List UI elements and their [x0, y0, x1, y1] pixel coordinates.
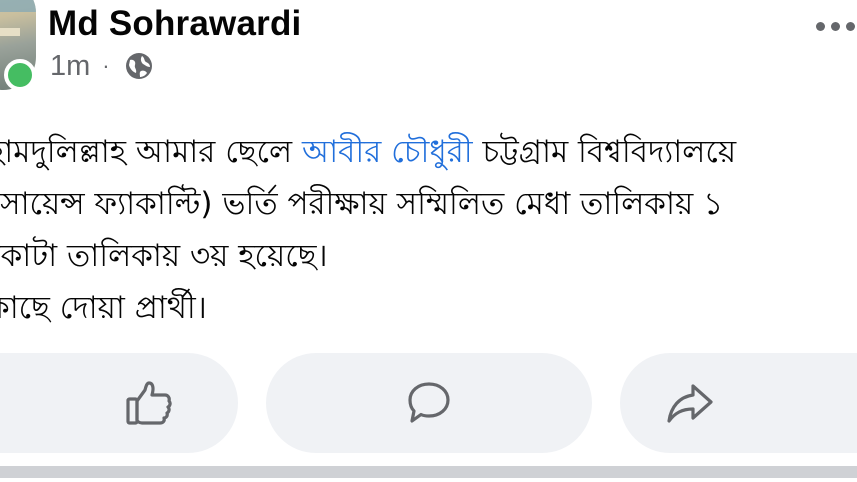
- post-body-text: কোটা তালিকায় ৩য় হয়েছে।: [0, 238, 328, 274]
- post-body-line: কোটা তালিকায় ৩য় হয়েছে।: [0, 230, 857, 282]
- post-meta: 1m ·: [50, 48, 154, 84]
- post-body-text: (সায়েন্স ফ্যাকাল্টি) ভর্তি পরীক্ষায় সম…: [0, 186, 724, 222]
- post-body-line: (সায়েন্স ফ্যাকাল্টি) ভর্তি পরীক্ষায় সম…: [0, 178, 857, 230]
- avatar-photo-detail: [0, 28, 20, 36]
- share-arrow-icon: [666, 382, 714, 424]
- meta-separator: ·: [102, 53, 110, 78]
- post-body-text: চট্টগ্রাম বিশ্ববিদ্যালয়ে: [472, 134, 737, 170]
- facebook-post: Md Sohrawardi 1m · হামদুলিল্লাহ আমার ছেল…: [0, 0, 857, 482]
- post-action-bar: [0, 353, 857, 453]
- online-status-indicator: [4, 59, 36, 91]
- post-body: হামদুলিল্লাহ আমার ছেলে আবীর চৌধুরী চট্টগ…: [0, 126, 857, 334]
- feed-divider: [0, 466, 857, 478]
- comment-bubble-icon: [406, 380, 452, 426]
- avatar-photo-detail: [0, 0, 36, 12]
- like-button[interactable]: [0, 353, 238, 453]
- post-body-text: কাছে দোয়া প্রার্থী।: [0, 290, 207, 326]
- more-options-button[interactable]: [816, 12, 855, 40]
- more-options-icon: [816, 21, 825, 31]
- post-body-line: কাছে দোয়া প্রার্থী।: [0, 282, 857, 334]
- globe-icon[interactable]: [124, 51, 154, 81]
- more-options-icon: [831, 21, 840, 31]
- post-timestamp[interactable]: 1m: [50, 50, 90, 83]
- post-body-text: হামদুলিল্লাহ আমার ছেলে: [0, 134, 302, 170]
- post-body-line: হামদুলিল্লাহ আমার ছেলে আবীর চৌধুরী চট্টগ…: [0, 126, 857, 178]
- share-button[interactable]: [620, 353, 857, 453]
- author-name[interactable]: Md Sohrawardi: [48, 2, 301, 46]
- comment-button[interactable]: [266, 353, 592, 453]
- thumbs-up-icon: [125, 380, 173, 426]
- mention-link[interactable]: আবীর চৌধুরী: [302, 134, 473, 170]
- more-options-icon: [846, 21, 855, 31]
